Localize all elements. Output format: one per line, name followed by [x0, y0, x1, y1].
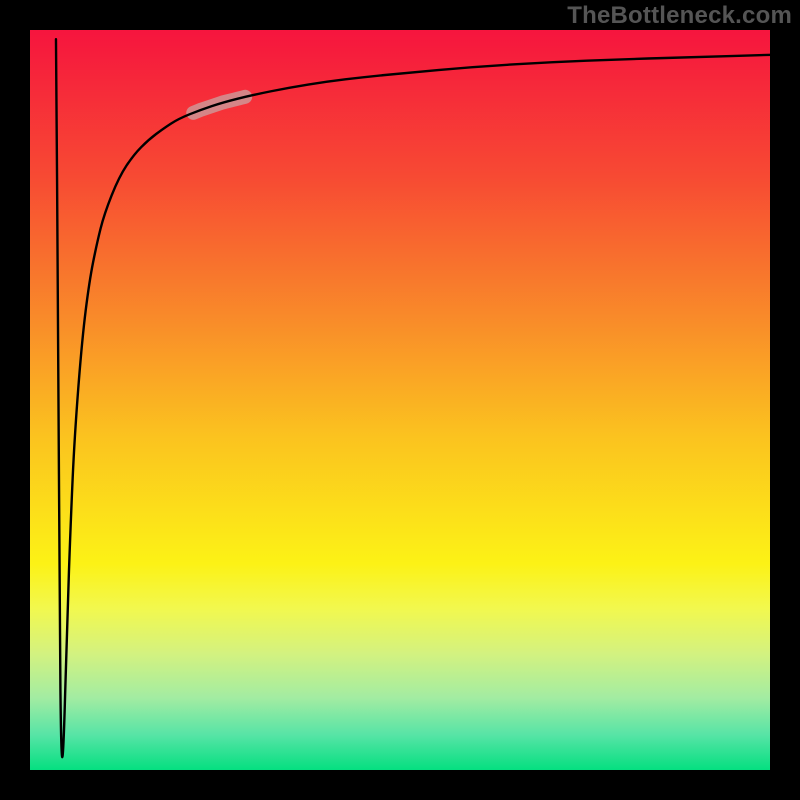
- chart-container: TheBottleneck.com: [0, 0, 800, 800]
- bottleneck-curve-chart: [0, 0, 800, 800]
- plot-background: [30, 28, 772, 772]
- watermark-text: TheBottleneck.com: [567, 2, 792, 30]
